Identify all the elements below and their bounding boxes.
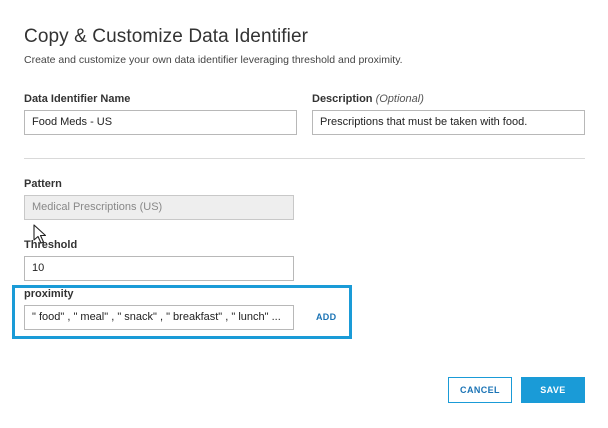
pattern-input: Medical Prescriptions (US) <box>24 195 294 220</box>
save-button[interactable]: SAVE <box>521 377 585 403</box>
dialog-subtitle: Create and customize your own data ident… <box>24 54 403 66</box>
cancel-button[interactable]: CANCEL <box>448 377 512 403</box>
add-proximity-button[interactable]: ADD <box>316 312 336 322</box>
threshold-input[interactable]: 10 <box>24 256 294 281</box>
mouse-cursor-icon <box>33 224 49 244</box>
description-label-text: Description <box>312 93 373 105</box>
proximity-input[interactable]: " food" , " meal" , " snack" , " breakfa… <box>24 305 294 330</box>
description-input[interactable]: Prescriptions that must be taken with fo… <box>312 110 585 135</box>
description-label: Description (Optional) <box>312 93 424 105</box>
name-input[interactable]: Food Meds - US <box>24 110 297 135</box>
divider <box>24 158 585 159</box>
name-label: Data Identifier Name <box>24 93 131 105</box>
proximity-label: proximity <box>24 288 74 300</box>
threshold-label: Threshold <box>24 239 78 251</box>
optional-label: (Optional) <box>375 93 424 105</box>
pattern-label: Pattern <box>24 178 62 190</box>
dialog-title: Copy & Customize Data Identifier <box>24 26 309 47</box>
